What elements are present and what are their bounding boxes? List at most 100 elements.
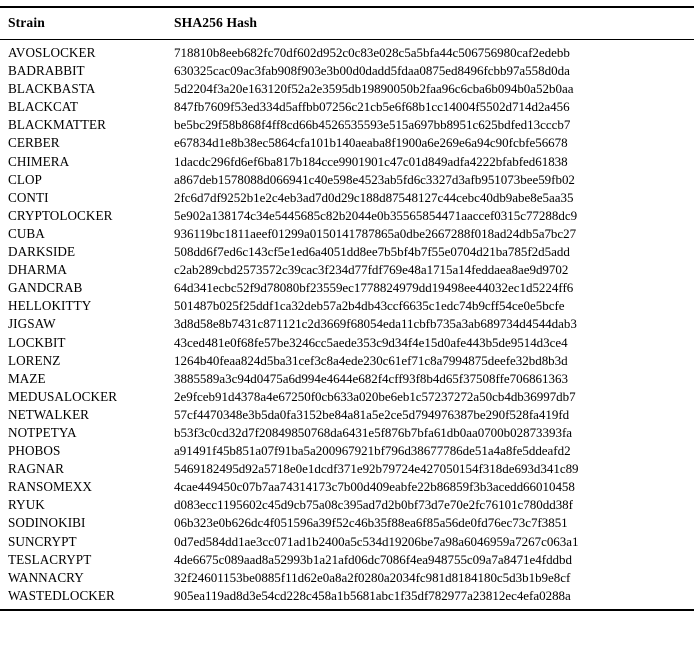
cell-sha256-hash: 905ea119ad8d3e54cd228c458a1b5681abc1f35d… xyxy=(174,587,571,603)
table-row: NOTPETYA b53f3c0cd32d7f20849850768da6431e… xyxy=(0,424,694,442)
table-row: BADRABBIT 630325cac09ac3fab908f903e3b00d0… xyxy=(0,62,694,80)
cell-sha256-hash: d083ecc1195602c45d9cb75a08c395ad7d2b0bf7… xyxy=(174,497,573,513)
cell-sha256-hash: 06b323e0b626dc4f051596a39f52c46b35f88ea6… xyxy=(174,515,568,531)
cell-strain: CLOP xyxy=(8,171,42,187)
cell-strain: CRYPTOLOCKER xyxy=(8,207,113,223)
table-row: JIGSAW 3d8d58e8b7431c871121c2d3669f68054e… xyxy=(0,315,694,333)
cell-sha256-hash: c2ab289cbd2573572c39cac3f234d77fdf769e48… xyxy=(174,262,569,278)
table-row: HELLOKITTY 501487b025f25ddf1ca32deb57a2b4… xyxy=(0,297,694,315)
cell-strain: NOTPETYA xyxy=(8,424,77,440)
cell-sha256-hash: a867deb1578088d066941c40e598e4523ab5fd6c… xyxy=(174,171,575,187)
bottom-rule-row xyxy=(0,608,694,612)
table-row: SUNCRYPT 0d7ed584dd1ae3cc071ad1b2400a5c53… xyxy=(0,532,694,550)
cell-strain: CHIMERA xyxy=(8,153,70,169)
cell-strain: TESLACRYPT xyxy=(8,551,92,567)
cell-sha256-hash: 5d2204f3a20e163120f52a2e3595db19890050b2… xyxy=(174,81,574,97)
table-body: AVOSLOCKER 718810b8eeb682fc70df602d952c0c… xyxy=(0,40,694,610)
bottom-rule-right xyxy=(168,608,694,612)
cell-sha256-hash: be5bc29f58b868f4ff8cd66b4526535593e515a6… xyxy=(174,117,571,133)
table-row: CERBER e67834d1e8b38ec5864cfa101b140aeaba… xyxy=(0,134,694,152)
table-row: CONTI 2fc6d7df9252b1e2c4eb3ad7d0d29c188d8… xyxy=(0,189,694,207)
table-row: PHOBOS a91491f45b851a07f91ba5a200967921bf… xyxy=(0,442,694,460)
cell-sha256-hash: 5e902a138174c34e5445685c82b2044e0b355658… xyxy=(174,207,578,223)
table-row: CUBA 936119bc1811aeef01299a0150141787865a… xyxy=(0,225,694,243)
cell-strain: RAGNAR xyxy=(8,461,64,477)
cell-strain: MAZE xyxy=(8,370,46,386)
column-header-sha256-hash: SHA256 Hash xyxy=(174,15,258,30)
cell-sha256-hash: 57cf4470348e3b5da0fa3152be84a81a5e2ce5d7… xyxy=(174,406,570,422)
cell-strain: RANSOMEXX xyxy=(8,479,92,495)
table-row: BLACKMATTER be5bc29f58b868f4ff8cd66b45265… xyxy=(0,116,694,134)
cell-strain: CONTI xyxy=(8,189,49,205)
cell-strain: BLACKBASTA xyxy=(8,81,96,97)
cell-strain: SODINOKIBI xyxy=(8,515,86,531)
table-row: GANDCRAB 64d341ecbc52f9d78080bf23559ec177… xyxy=(0,279,694,297)
cell-sha256-hash: 2e9fceb91d4378a4e67250f0cb633a020be6eb1c… xyxy=(174,388,576,404)
cell-sha256-hash: 32f24601153be0885f11d62e0a8a2f0280a2034f… xyxy=(174,569,571,585)
cell-strain: WASTEDLOCKER xyxy=(8,587,115,603)
cell-sha256-hash: 1264b40feaa824d5ba31cef3c8a4ede230c61ef7… xyxy=(174,352,568,368)
cell-strain: CERBER xyxy=(8,135,60,151)
cell-strain: MEDUSALOCKER xyxy=(8,388,118,404)
table-row: CRYPTOLOCKER 5e902a138174c34e5445685c82b2… xyxy=(0,207,694,225)
cell-sha256-hash: 43ced481e0f68fe57be3246cc5aede353c9d34f4… xyxy=(174,334,568,350)
table-row: CHIMERA 1dacdc296fd6ef6ba817b184cce990190… xyxy=(0,153,694,171)
cell-strain: DARKSIDE xyxy=(8,244,76,260)
cell-strain: DHARMA xyxy=(8,262,67,278)
cell-sha256-hash: 4de6675c089aad8a52993b1a21afd06dc7086f4e… xyxy=(174,551,572,567)
cell-sha256-hash: 2fc6d7df9252b1e2c4eb3ad7d0d29c188d875481… xyxy=(174,189,574,205)
cell-strain: GANDCRAB xyxy=(8,280,83,296)
cell-sha256-hash: 501487b025f25ddf1ca32deb57a2b4db43ccf663… xyxy=(174,298,565,314)
cell-sha256-hash: e67834d1e8b38ec5864cfa101b140aeaba8f1900… xyxy=(174,135,568,151)
hash-table-container: Strain SHA256 Hash AVOSLOCKER 718810b8eeb… xyxy=(0,0,694,612)
table-row: BLACKCAT 847fb7609f53ed334d5affbb07256c21… xyxy=(0,98,694,116)
cell-strain: BADRABBIT xyxy=(8,63,85,79)
table-row: RYUK d083ecc1195602c45d9cb75a08c395ad7d2b… xyxy=(0,496,694,514)
table-row: DHARMA c2ab289cbd2573572c39cac3f234d77fdf… xyxy=(0,261,694,279)
table-row: RANSOMEXX 4cae449450c07b7aa74314173c7b00d… xyxy=(0,478,694,496)
header-row: Strain SHA256 Hash xyxy=(0,8,694,40)
cell-sha256-hash: 5469182495d92a5718e0e1dcdf371e92b79724e4… xyxy=(174,461,579,477)
cell-strain: SUNCRYPT xyxy=(8,533,77,549)
table-row: WANNACRY 32f24601153be0885f11d62e0a8a2f02… xyxy=(0,569,694,587)
cell-strain: AVOSLOCKER xyxy=(8,45,96,60)
cell-sha256-hash: 847fb7609f53ed334d5affbb07256c21cb5e6f68… xyxy=(174,99,570,115)
table-row: LOCKBIT 43ced481e0f68fe57be3246cc5aede353… xyxy=(0,333,694,351)
table-row: AVOSLOCKER 718810b8eeb682fc70df602d952c0c… xyxy=(0,40,694,62)
column-header-strain: Strain xyxy=(8,15,45,30)
cell-sha256-hash: 0d7ed584dd1ae3cc071ad1b2400a5c534d19206b… xyxy=(174,533,579,549)
cell-strain: BLACKCAT xyxy=(8,99,79,115)
table-foot xyxy=(0,608,694,612)
cell-sha256-hash: 630325cac09ac3fab908f903e3b00d0dadd5fdaa… xyxy=(174,63,570,79)
table-row: MAZE 3885589a3c94d0475a6d994e4644e682f4cf… xyxy=(0,370,694,388)
cell-strain: LORENZ xyxy=(8,352,61,368)
cell-sha256-hash: 718810b8eeb682fc70df602d952c0c83e028c5a5… xyxy=(174,45,570,60)
bottom-rule-left xyxy=(0,608,168,612)
table-row: RAGNAR 5469182495d92a5718e0e1dcdf371e92b7… xyxy=(0,460,694,478)
cell-sha256-hash: b53f3c0cd32d7f20849850768da6431e5f876b7b… xyxy=(174,424,573,440)
cell-sha256-hash: 64d341ecbc52f9d78080bf23559ec1778824979d… xyxy=(174,280,574,296)
table-row: TESLACRYPT 4de6675c089aad8a52993b1a21afd0… xyxy=(0,551,694,569)
table-row: DARKSIDE 508dd6f7ed6c143cf5e1ed6a4051dd8e… xyxy=(0,243,694,261)
cell-strain: BLACKMATTER xyxy=(8,117,106,133)
table-row: NETWALKER 57cf4470348e3b5da0fa3152be84a81… xyxy=(0,406,694,424)
cell-sha256-hash: 936119bc1811aeef01299a0150141787865a0dbe… xyxy=(174,225,577,241)
table-row: CLOP a867deb1578088d066941c40e598e4523ab5… xyxy=(0,171,694,189)
cell-strain: HELLOKITTY xyxy=(8,298,92,314)
cell-strain: RYUK xyxy=(8,497,45,513)
cell-strain: JIGSAW xyxy=(8,316,56,332)
cell-sha256-hash: 1dacdc296fd6ef6ba817b184cce9901901c47c01… xyxy=(174,153,568,169)
table-row: WASTEDLOCKER 905ea119ad8d3e54cd228c458a1b… xyxy=(0,587,694,610)
cell-sha256-hash: 508dd6f7ed6c143cf5e1ed6a4051dd8ee7b5bf4b… xyxy=(174,244,570,260)
cell-strain: LOCKBIT xyxy=(8,334,66,350)
table-head: Strain SHA256 Hash xyxy=(0,6,694,40)
ransomware-hash-table: Strain SHA256 Hash AVOSLOCKER 718810b8eeb… xyxy=(0,6,694,612)
table-row: SODINOKIBI 06b323e0b626dc4f051596a39f52c4… xyxy=(0,514,694,532)
cell-sha256-hash: 3d8d58e8b7431c871121c2d3669f68054eda11cb… xyxy=(174,316,577,332)
table-row: BLACKBASTA 5d2204f3a20e163120f52a2e3595db… xyxy=(0,80,694,98)
cell-sha256-hash: a91491f45b851a07f91ba5a200967921bf796d38… xyxy=(174,443,571,459)
cell-strain: NETWALKER xyxy=(8,406,90,422)
cell-strain: PHOBOS xyxy=(8,443,61,459)
cell-sha256-hash: 3885589a3c94d0475a6d994e4644e682f4cff93f… xyxy=(174,370,568,386)
cell-strain: CUBA xyxy=(8,225,45,241)
